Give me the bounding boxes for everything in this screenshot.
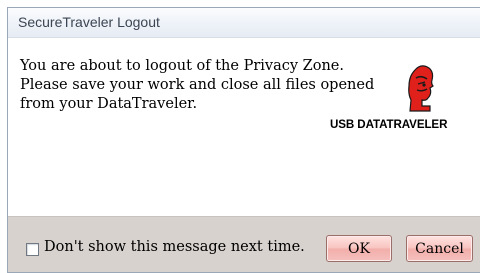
logout-message: You are about to logout of the Privacy Z… — [20, 57, 375, 114]
window-title: SecureTraveler Logout — [18, 14, 160, 30]
logout-dialog: SecureTraveler Logout You are about to l… — [7, 7, 480, 273]
dialog-footer: Don't show this message next time. OK Ca… — [8, 216, 480, 272]
dont-show-checkbox[interactable] — [26, 243, 39, 256]
dialog-content: You are about to logout of the Privacy Z… — [8, 38, 480, 216]
message-line: Please save your work and close all file… — [20, 77, 375, 93]
ok-button[interactable]: OK — [326, 235, 392, 262]
title-bar[interactable]: SecureTraveler Logout — [8, 8, 480, 38]
message-line: You are about to logout of the Privacy Z… — [20, 58, 344, 74]
kingston-head-icon — [408, 65, 434, 112]
message-line: from your DataTraveler. — [20, 96, 198, 112]
cancel-button[interactable]: Cancel — [406, 235, 473, 262]
dont-show-checkbox-label[interactable]: Don't show this message next time. — [44, 239, 305, 255]
usb-datatraveler-logo: USB DATATRAVELER — [330, 60, 480, 140]
logo-text: USB DATATRAVELER — [330, 118, 448, 131]
